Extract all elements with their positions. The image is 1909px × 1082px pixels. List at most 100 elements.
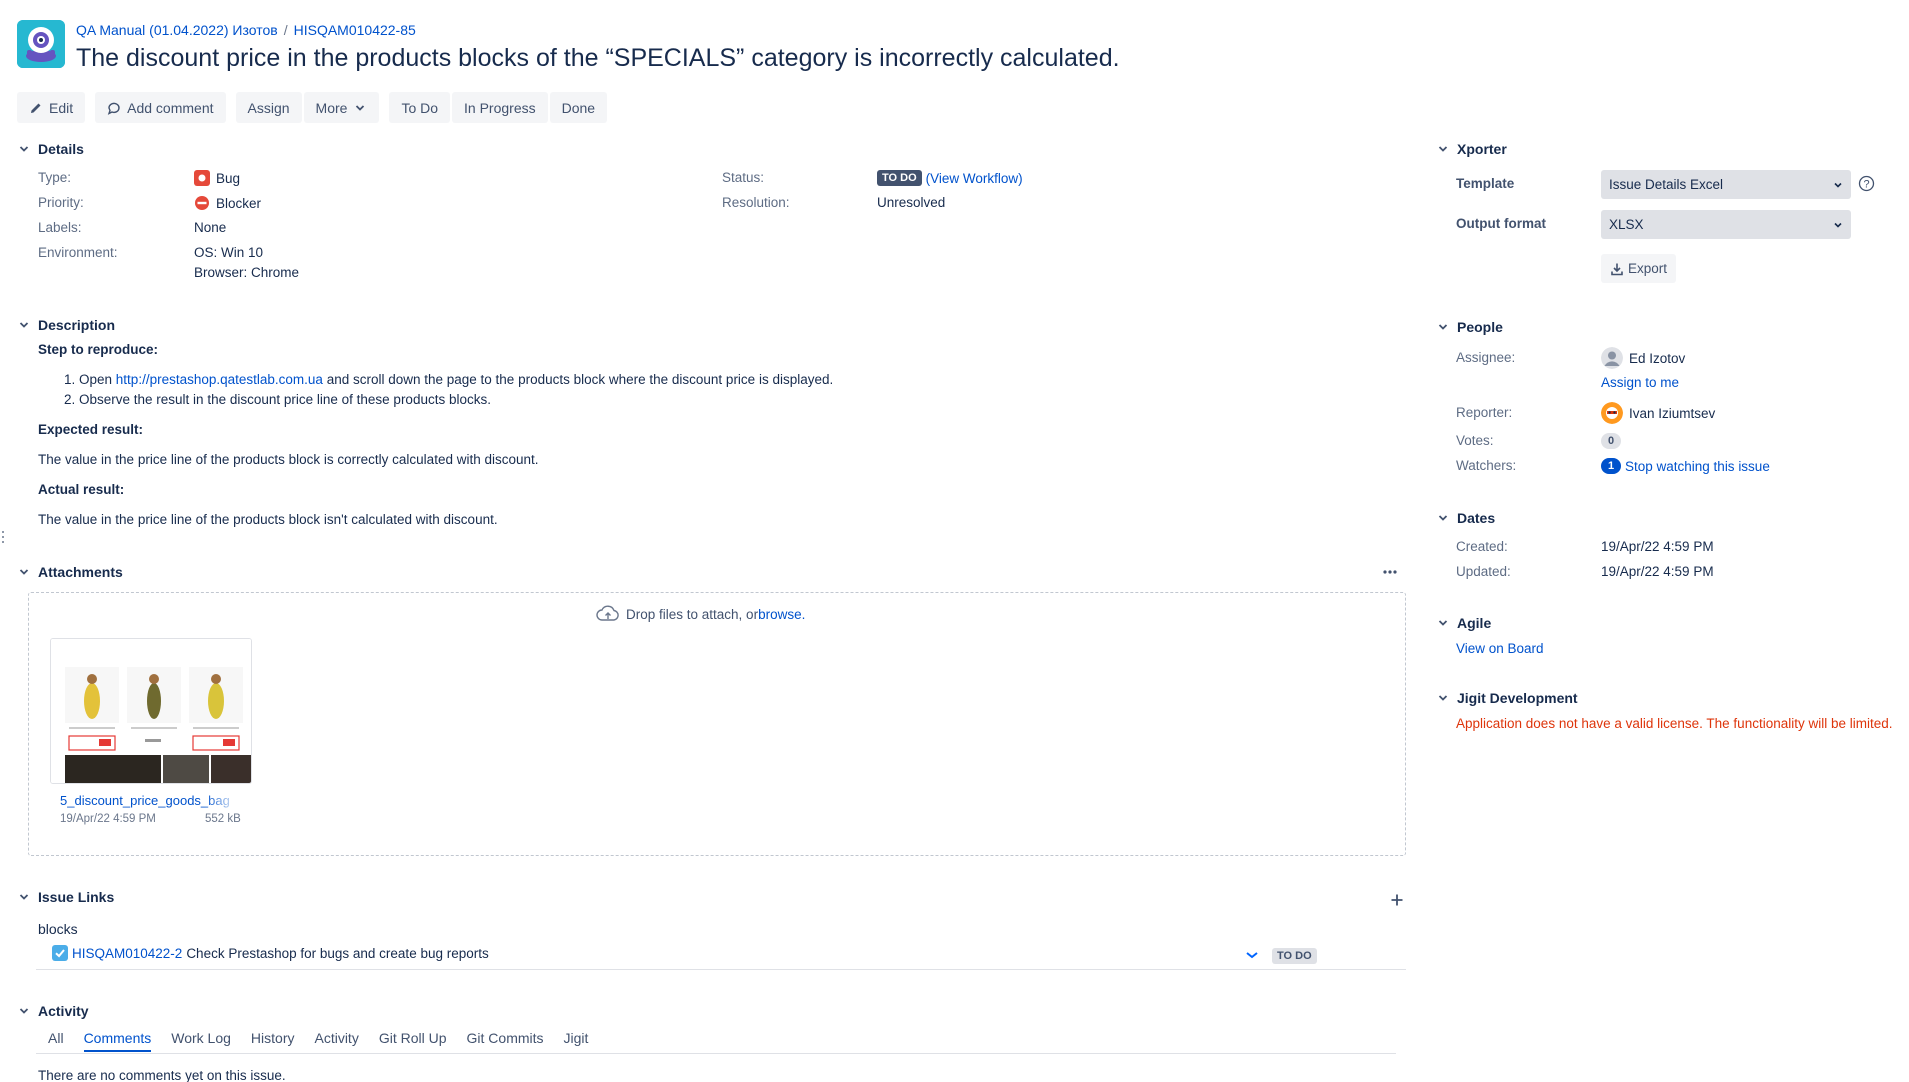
done-button[interactable]: Done bbox=[549, 92, 608, 123]
attachment-thumbnail[interactable] bbox=[50, 638, 252, 784]
environment-label: Environment: bbox=[38, 245, 118, 260]
tab-activity[interactable]: Activity bbox=[314, 1030, 358, 1052]
help-icon[interactable]: ? bbox=[1858, 175, 1875, 192]
cloud-upload-icon bbox=[596, 605, 619, 621]
drag-handle-icon[interactable] bbox=[1, 530, 5, 544]
blocker-icon bbox=[195, 196, 209, 210]
breadcrumb-issue-key[interactable]: HISQAM010422-85 bbox=[294, 22, 416, 38]
tab-git-commits[interactable]: Git Commits bbox=[467, 1030, 544, 1052]
issue-links-section-toggle[interactable]: Issue Links bbox=[18, 889, 114, 905]
task-checkbox-icon bbox=[52, 945, 68, 961]
description-section-toggle[interactable]: Description bbox=[18, 317, 115, 333]
assign-button[interactable]: Assign bbox=[235, 92, 302, 123]
priority-value: Blocker bbox=[194, 195, 261, 211]
status-badge: TO DO bbox=[877, 170, 922, 186]
to-do-button[interactable]: To Do bbox=[389, 92, 451, 123]
environment-browser: Browser: Chrome bbox=[194, 265, 300, 280]
more-options-icon[interactable] bbox=[1382, 568, 1398, 576]
status-label: Status: bbox=[722, 170, 765, 185]
steps-heading: Step to reproduce: bbox=[38, 342, 159, 357]
output-format-value: XLSX bbox=[1609, 217, 1644, 232]
bug-icon bbox=[194, 170, 210, 186]
attachment-file-size: 552 kB bbox=[205, 813, 241, 825]
description-heading: Description bbox=[38, 317, 116, 333]
priority-label: Priority: bbox=[38, 195, 84, 210]
chevron-down-icon bbox=[19, 146, 29, 152]
assign-to-me-link[interactable]: Assign to me bbox=[1601, 375, 1679, 390]
chevron-down-icon bbox=[1438, 515, 1448, 521]
details-heading: Details bbox=[38, 141, 84, 157]
breadcrumb-separator: / bbox=[283, 22, 288, 38]
jigit-section-toggle[interactable]: Jigit Development bbox=[1437, 690, 1578, 706]
tab-git-roll-up[interactable]: Git Roll Up bbox=[379, 1030, 447, 1052]
comment-icon bbox=[107, 102, 120, 115]
activity-tabs: All Comments Work Log History Activity G… bbox=[48, 1030, 588, 1052]
output-format-select[interactable]: XLSX bbox=[1601, 210, 1851, 239]
expected-text: The value in the price line of the produ… bbox=[38, 452, 539, 467]
tab-comments[interactable]: Comments bbox=[83, 1030, 152, 1052]
attachment-preview-image bbox=[51, 639, 251, 783]
watchers-value: 1 Stop watching this issue bbox=[1601, 458, 1770, 474]
drop-zone-prompt: Drop files to attach, or browse. bbox=[596, 605, 805, 623]
actual-text: The value in the price line of the produ… bbox=[38, 512, 498, 527]
reporter-value: Ivan Iziumtsev bbox=[1601, 402, 1715, 424]
add-comment-button[interactable]: Add comment bbox=[95, 92, 226, 123]
votes-label: Votes: bbox=[1456, 433, 1494, 448]
chevron-down-icon bbox=[1834, 222, 1842, 228]
download-icon bbox=[1611, 263, 1623, 275]
view-on-board-link[interactable]: View on Board bbox=[1456, 641, 1544, 656]
step-1-prefix: 1. Open bbox=[64, 372, 116, 387]
jigit-heading: Jigit Development bbox=[1457, 690, 1578, 706]
attachments-heading: Attachments bbox=[38, 564, 123, 580]
browse-link[interactable]: browse. bbox=[758, 607, 805, 622]
activity-section-toggle[interactable]: Activity bbox=[18, 1003, 89, 1019]
breadcrumb-project-link[interactable]: QA Manual (01.04.2022) Изотов bbox=[76, 22, 278, 38]
prestashop-link[interactable]: http://prestashop.qatestlab.com.ua bbox=[116, 372, 323, 387]
people-heading: People bbox=[1457, 319, 1503, 335]
template-select-value: Issue Details Excel bbox=[1609, 177, 1724, 192]
in-progress-button[interactable]: In Progress bbox=[452, 92, 548, 123]
expected-heading: Expected result: bbox=[38, 422, 144, 437]
done-button-label: Done bbox=[561, 99, 596, 116]
export-button-label: Export bbox=[1628, 261, 1668, 276]
tab-history[interactable]: History bbox=[251, 1030, 295, 1052]
reporter-name: Ivan Iziumtsev bbox=[1629, 405, 1716, 421]
labels-label: Labels: bbox=[38, 220, 82, 235]
more-button[interactable]: More bbox=[303, 92, 380, 123]
stop-watching-link[interactable]: Stop watching this issue bbox=[1625, 459, 1770, 474]
assignee-avatar bbox=[1601, 347, 1623, 369]
chevron-down-icon bbox=[1438, 695, 1448, 701]
export-button[interactable]: Export bbox=[1601, 254, 1677, 283]
no-comments-text: There are no comments yet on this issue. bbox=[38, 1068, 286, 1082]
people-section-toggle[interactable]: People bbox=[1437, 319, 1503, 335]
agile-section-toggle[interactable]: Agile bbox=[1437, 615, 1491, 631]
step-2: 2. Observe the result in the discount pr… bbox=[64, 392, 491, 407]
agile-heading: Agile bbox=[1457, 615, 1492, 631]
tab-jigit[interactable]: Jigit bbox=[564, 1030, 589, 1052]
pencil-icon bbox=[31, 103, 41, 113]
details-section-toggle[interactable]: Details bbox=[18, 141, 84, 157]
assignee-name: Ed Izotov bbox=[1629, 350, 1686, 366]
priority-low-icon bbox=[1246, 952, 1258, 959]
updated-label: Updated: bbox=[1456, 564, 1511, 579]
status-value: TO DO (View Workflow) bbox=[877, 170, 1023, 186]
edit-button[interactable]: Edit bbox=[17, 92, 86, 123]
dates-section-toggle[interactable]: Dates bbox=[1437, 510, 1495, 526]
priority-value-text: Blocker bbox=[216, 195, 262, 211]
watchers-count[interactable]: 1 bbox=[1601, 458, 1621, 474]
tab-all[interactable]: All bbox=[48, 1030, 64, 1052]
votes-count[interactable]: 0 bbox=[1601, 433, 1621, 449]
view-workflow-link[interactable]: (View Workflow) bbox=[926, 171, 1023, 186]
attachment-file-name[interactable]: 5_discount_price_goods_bag bbox=[60, 793, 240, 808]
add-link-icon[interactable] bbox=[1390, 893, 1404, 907]
tab-work-log[interactable]: Work Log bbox=[171, 1030, 231, 1052]
link-row-divider bbox=[36, 969, 1406, 970]
template-select[interactable]: Issue Details Excel bbox=[1601, 170, 1851, 199]
xporter-section-toggle[interactable]: Xporter bbox=[1437, 141, 1507, 157]
actual-heading: Actual result: bbox=[38, 482, 125, 497]
dates-heading: Dates bbox=[1457, 510, 1496, 526]
project-avatar[interactable] bbox=[17, 20, 65, 68]
attachments-section-toggle[interactable]: Attachments bbox=[18, 564, 123, 580]
linked-issue-key[interactable]: HISQAM010422-2 bbox=[72, 946, 182, 961]
step-1-suffix: and scroll down the page to the products… bbox=[322, 372, 834, 387]
